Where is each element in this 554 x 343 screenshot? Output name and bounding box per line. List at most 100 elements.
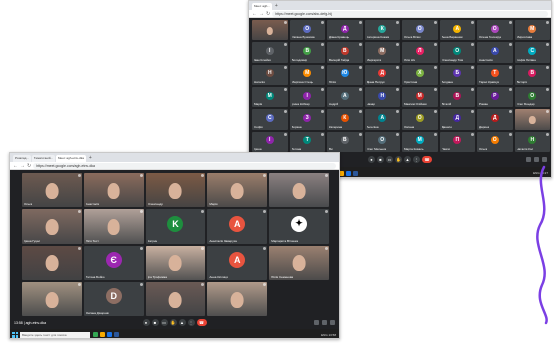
present-button[interactable]: ▲ — [178, 319, 186, 326]
mic-button[interactable]: ● — [142, 319, 150, 326]
raise-hand-button[interactable]: ✋ — [395, 156, 402, 163]
participant-tile[interactable]: Юлія Семенова — [269, 245, 329, 280]
participant-tile[interactable]: М Марія — [252, 87, 288, 108]
url-input[interactable]: https://meet.google.com/agh-etnv-dka — [33, 162, 336, 169]
participant-tile[interactable]: Б Богдана — [439, 64, 475, 85]
participant-tile[interactable]: A Анна Кіслиця — [207, 245, 268, 280]
new-tab-icon[interactable]: + — [87, 155, 94, 162]
participant-tile[interactable]: А Анастасія — [477, 42, 513, 63]
participant-tile[interactable]: Т Тетяна — [289, 131, 325, 152]
participant-tile[interactable]: О Оксана Бушкова — [289, 20, 325, 41]
participant-tile[interactable]: І Іван Клюйко — [252, 42, 288, 63]
url-input[interactable]: https://meet.google.com/abc-defg-hij — [272, 10, 548, 17]
mic-button[interactable]: ● — [368, 156, 375, 163]
end-call-button[interactable]: ☎ — [196, 319, 207, 326]
participant-tile[interactable]: П Павло — [439, 131, 475, 152]
participant-tile[interactable]: А Андрій — [327, 87, 363, 108]
participant-tile[interactable]: К Катерина — [327, 109, 363, 130]
participant-tile[interactable]: Л Ліля Ніч — [402, 42, 438, 63]
present-button[interactable]: ▲ — [404, 156, 411, 163]
participant-tile[interactable]: Ліля Тест — [83, 209, 144, 244]
chrome-icon[interactable] — [93, 332, 98, 337]
participant-tile[interactable]: Т Тарас Кравчук — [477, 64, 513, 85]
participant-tile[interactable]: А Ангеліна — [364, 109, 400, 130]
participant-tile[interactable]: K Катрин — [145, 209, 206, 244]
people-icon[interactable] — [534, 157, 539, 162]
end-call-button[interactable]: ☎ — [422, 156, 432, 163]
participant-tile[interactable]: О Ольга Білик — [402, 20, 438, 41]
participant-tile[interactable]: В Ви — [327, 131, 363, 152]
participant-tile[interactable]: В Віталій — [439, 87, 475, 108]
participant-tile[interactable]: О Ольга — [477, 131, 513, 152]
back-arrow-icon[interactable]: ← — [13, 162, 18, 170]
participant-tile[interactable]: Марія — [207, 173, 268, 208]
participant-tile[interactable]: С Софія — [252, 109, 288, 130]
edge-icon[interactable] — [346, 170, 351, 176]
participant-tile[interactable]: Д Діана Петрук — [364, 64, 400, 85]
people-icon[interactable] — [322, 320, 327, 325]
participant-tile[interactable] — [22, 281, 82, 316]
participant-tile[interactable]: Х Христина — [402, 64, 438, 85]
participant-tile[interactable]: Р Роман — [477, 87, 513, 108]
participant-tile[interactable]: Олександр — [145, 173, 206, 208]
participant-tile[interactable] — [145, 281, 206, 316]
participant-tile[interactable] — [269, 173, 329, 208]
participant-tile[interactable]: В Вікторія — [514, 64, 550, 85]
captions-button[interactable]: ▭ — [386, 156, 393, 163]
forward-arrow-icon[interactable]: → — [20, 162, 25, 170]
participant-tile[interactable] — [514, 109, 550, 130]
camera-button[interactable]: ■ — [151, 319, 159, 326]
participant-tile[interactable]: Д Дарина — [477, 109, 513, 130]
participant-tile[interactable]: О Оксана — [402, 109, 438, 130]
participant-tile[interactable]: D Оксана Дзюрник — [83, 281, 144, 316]
participant-tile[interactable] — [207, 281, 268, 316]
participant-tile[interactable]: Іра Трофимюк — [145, 245, 206, 280]
info-icon[interactable] — [314, 320, 319, 325]
participant-tile[interactable]: З Зоряна — [289, 109, 325, 130]
participant-tile[interactable]: Н Наталія Кос — [514, 131, 550, 152]
new-tab-icon[interactable]: + — [273, 3, 280, 10]
folder-icon[interactable] — [100, 332, 105, 337]
participant-tile[interactable]: ✦ Маргарита Вітошка — [269, 209, 329, 244]
participant-tile[interactable]: Анастасія — [83, 173, 144, 208]
participant-tile[interactable]: Є Тетяна Бойко — [83, 245, 144, 280]
info-icon[interactable] — [526, 157, 531, 162]
participant-tile[interactable]: Ю Юлія — [327, 64, 363, 85]
participant-tile[interactable] — [252, 20, 288, 41]
raise-hand-button[interactable]: ✋ — [169, 319, 177, 326]
participant-tile[interactable]: Ольга — [22, 173, 82, 208]
participant-tile[interactable]: Д Данило — [439, 109, 475, 130]
captions-button[interactable]: ▭ — [160, 319, 168, 326]
participant-tile[interactable] — [22, 245, 82, 280]
more-options-button[interactable]: ⋮ — [413, 156, 420, 163]
chat-icon[interactable] — [542, 157, 547, 162]
participant-tile[interactable]: М Мирослава — [514, 20, 550, 41]
participant-tile[interactable]: І Ірина — [252, 131, 288, 152]
participant-tile[interactable]: М Маргарита — [364, 42, 400, 63]
participant-tile[interactable]: О Олег Мельник — [364, 131, 400, 152]
participant-tile[interactable]: М Максим Олійник — [402, 87, 438, 108]
forward-arrow-icon[interactable]: → — [259, 10, 264, 18]
participant-tile[interactable]: Н Наталія — [252, 64, 288, 85]
participant-tile[interactable]: І Ірина Кобзар — [289, 87, 325, 108]
participant-tile[interactable]: Н Назар — [364, 87, 400, 108]
participant-tile[interactable]: О Олена Гончарук — [477, 20, 513, 41]
chat-icon[interactable] — [330, 320, 335, 325]
reload-icon[interactable]: ↻ — [266, 10, 270, 18]
participant-tile[interactable]: О Олег Бондар — [514, 87, 550, 108]
participant-tile[interactable]: A Анастасія Заверуха — [207, 209, 268, 244]
participant-tile[interactable]: М Мартина Стець — [289, 64, 325, 85]
browser-tab[interactable]: Тематичний... — [31, 155, 56, 162]
participant-tile[interactable]: Д Діана Кравець — [327, 20, 363, 41]
participant-tile[interactable]: В Валерій Гайда — [327, 42, 363, 63]
back-arrow-icon[interactable]: ← — [252, 10, 257, 18]
participant-tile[interactable]: А Анна Баранник — [439, 20, 475, 41]
windows-start-icon[interactable] — [12, 331, 18, 338]
word-icon[interactable] — [114, 332, 119, 337]
browser-tab[interactable]: Meet: agh-etnv-dka — [56, 155, 86, 162]
more-options-button[interactable]: ⋮ — [187, 319, 195, 326]
participant-tile[interactable]: С Софія Литвин — [514, 42, 550, 63]
edge-icon[interactable] — [107, 332, 112, 337]
participant-tile[interactable]: К Катерина Кожма — [364, 20, 400, 41]
camera-button[interactable]: ■ — [377, 156, 384, 163]
